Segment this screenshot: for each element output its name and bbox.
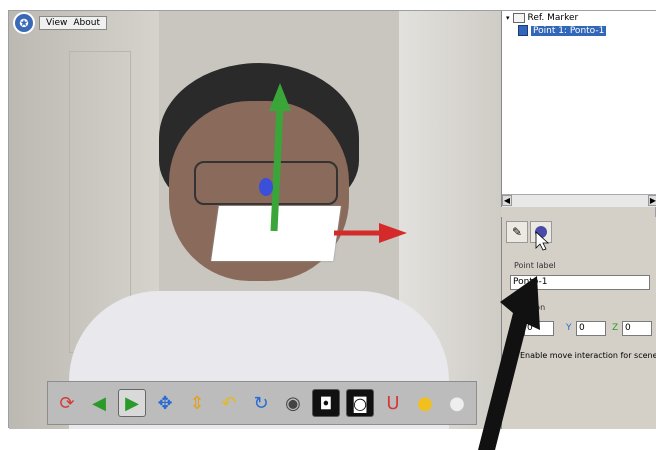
annotation-arrow (478, 231, 550, 450)
arrow-pointer-icon (478, 276, 540, 450)
mouse-cursor-icon (535, 231, 550, 251)
